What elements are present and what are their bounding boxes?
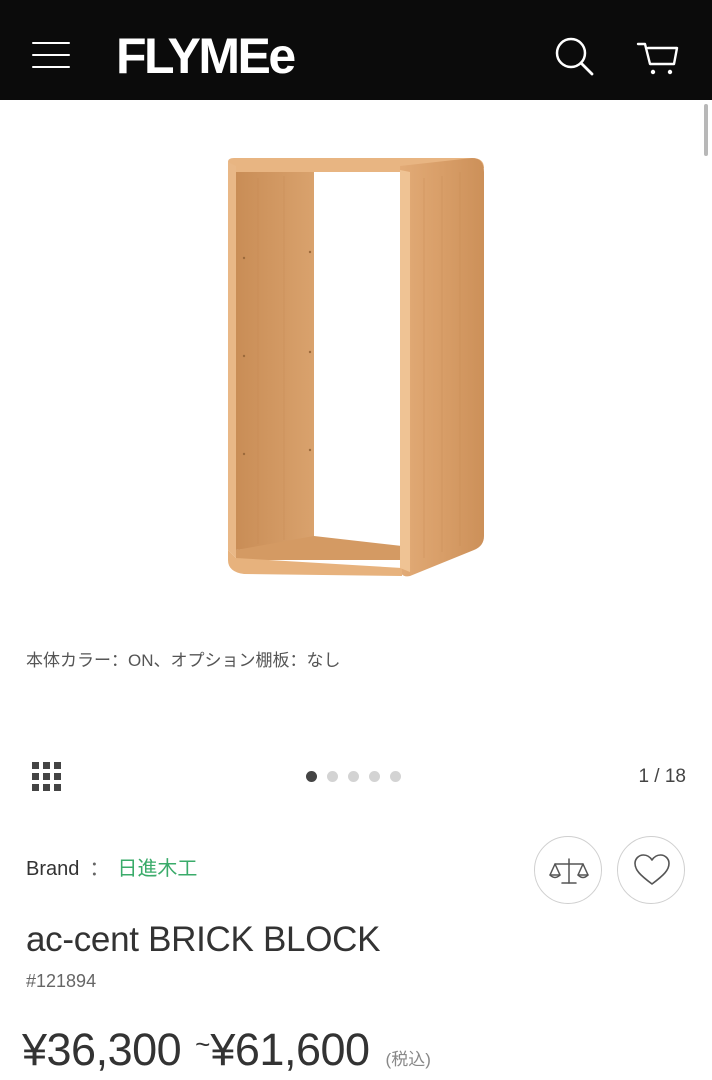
search-icon[interactable]	[552, 34, 596, 78]
carousel-dots	[306, 771, 401, 783]
brand-row: Brand ： 日進木工	[26, 857, 197, 881]
image-counter: 1 / 18	[638, 766, 686, 787]
cart-icon[interactable]	[634, 34, 682, 78]
heart-icon	[634, 854, 670, 885]
carousel-dot[interactable]	[369, 771, 380, 782]
product-image-gallery[interactable]	[0, 100, 712, 620]
price-row: ¥36,300 ~¥61,600 (税込)	[22, 1020, 431, 1080]
tax-note: (税込)	[385, 1050, 431, 1069]
price-min: ¥36,300	[22, 1024, 182, 1075]
brand-separator: ：	[89, 858, 110, 880]
favorite-button[interactable]	[617, 836, 685, 904]
menu-icon[interactable]	[32, 38, 70, 72]
price-max: ¥61,600	[210, 1024, 370, 1075]
scale-icon	[549, 858, 589, 884]
product-code: #121894	[26, 971, 97, 991]
carousel-dot[interactable]	[390, 771, 401, 782]
price-range-tilde: ~	[195, 1029, 211, 1059]
site-logo[interactable]: FLYMEe	[116, 26, 296, 86]
grid-view-icon[interactable]	[32, 762, 64, 794]
site-header: FLYMEe	[0, 0, 712, 100]
image-caption: 本体カラー：ON、オプション棚板：なし	[26, 651, 341, 670]
carousel-dot[interactable]	[306, 771, 317, 782]
compare-button[interactable]	[534, 836, 602, 904]
product-title: ac-cent BRICK BLOCK	[26, 920, 381, 959]
carousel-dot[interactable]	[327, 771, 338, 782]
brand-link[interactable]: 日進木工	[117, 858, 197, 880]
brand-label: Brand	[26, 858, 80, 880]
product-image	[228, 158, 484, 577]
carousel-dot[interactable]	[348, 771, 359, 782]
